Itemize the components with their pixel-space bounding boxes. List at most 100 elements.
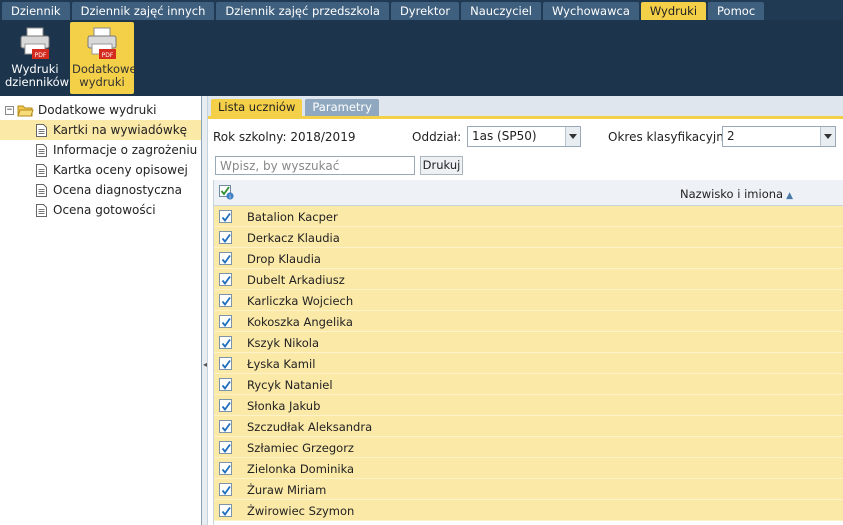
collapse-icon[interactable]: − — [5, 105, 14, 115]
tree-item-informacje-o-zagrozeniu[interactable]: Informacje o zagrożeniu — [0, 140, 201, 160]
tab-parametry[interactable]: Parametry — [305, 99, 379, 116]
filters-bar: Rok szkolny: 2018/2019 Oddział: 1as (SP5… — [208, 123, 843, 149]
dodatkowe-wydruki-label: Dodatkowe wydruki — [72, 62, 137, 89]
table-row[interactable]: Żwirowiec Szymon — [214, 500, 843, 521]
row-checkbox[interactable] — [219, 462, 232, 475]
student-name: Dubelt Arkadiusz — [247, 273, 345, 287]
menu-tab-pomoc[interactable]: Pomoc — [708, 2, 765, 20]
checkmark-icon — [221, 212, 231, 222]
svg-text:PDF: PDF — [35, 52, 47, 59]
tree-item-kartka-oceny-opisowej[interactable]: Kartka oceny opisowej — [0, 160, 201, 180]
dodatkowe-wydruki-button[interactable]: PDF Dodatkowe wydruki — [70, 22, 137, 94]
checkmark-icon — [221, 275, 231, 285]
document-icon — [36, 163, 47, 177]
class-label: Oddział: — [412, 130, 462, 144]
row-checkbox[interactable] — [219, 378, 232, 391]
period-label: Okres klasyfikacyjny: — [608, 130, 735, 144]
wydruki-dziennikow-button[interactable]: PDF Wydruki dzienników — [3, 22, 69, 94]
table-row[interactable]: Łyska Kamil — [214, 353, 843, 374]
checkmark-icon — [221, 359, 231, 369]
table-row[interactable]: Żuraw Miriam — [214, 479, 843, 500]
tree-item-label: Ocena gotowości — [53, 203, 156, 217]
table-row[interactable]: Derkacz Klaudia — [214, 227, 843, 248]
tree-item-label: Informacje o zagrożeniu — [53, 143, 198, 157]
grid-header: i Nazwisko i imiona ▲ — [214, 180, 843, 206]
pdf-printer-icon: PDF — [87, 27, 117, 59]
table-row[interactable]: Dubelt Arkadiusz — [214, 269, 843, 290]
table-row[interactable]: Zielonka Dominika — [214, 458, 843, 479]
row-checkbox[interactable] — [219, 252, 232, 265]
column-header-name[interactable]: Nazwisko i imiona ▲ — [680, 187, 793, 201]
period-select-value: 2 — [727, 129, 735, 143]
table-row[interactable]: Kszyk Nikola — [214, 332, 843, 353]
student-name: Batalion Kacper — [247, 210, 338, 224]
chevron-down-icon[interactable] — [820, 127, 835, 146]
checkmark-icon — [221, 317, 231, 327]
tree-root-dodatkowe-wydruki[interactable]: − Dodatkowe wydruki — [0, 100, 201, 120]
tree-item-label: Kartka oceny opisowej — [53, 163, 188, 177]
student-name: Żuraw Miriam — [247, 483, 327, 497]
menu-tab-dziennik[interactable]: Dziennik — [2, 2, 70, 20]
checkmark-icon — [221, 485, 231, 495]
toolbar: PDF Wydruki dzienników PDF Dodatkowe wyd… — [0, 20, 843, 96]
checkmark-icon — [221, 380, 231, 390]
row-checkbox[interactable] — [219, 420, 232, 433]
table-row[interactable]: Szczudłak Aleksandra — [214, 416, 843, 437]
row-checkbox[interactable] — [219, 357, 232, 370]
student-name: Łyska Kamil — [247, 357, 316, 371]
school-year-label: Rok szkolny: 2018/2019 — [213, 130, 356, 144]
menu-tab-wychowawca[interactable]: Wychowawca — [543, 2, 639, 20]
table-row[interactable]: Słonka Jakub — [214, 395, 843, 416]
subtabs: Lista uczniów Parametry — [208, 96, 843, 119]
row-checkbox[interactable] — [219, 504, 232, 517]
class-select[interactable]: 1as (SP50) — [467, 126, 581, 147]
class-select-value: 1as (SP50) — [472, 129, 537, 143]
row-checkbox[interactable] — [219, 210, 232, 223]
row-checkbox[interactable] — [219, 273, 232, 286]
tree-root-label: Dodatkowe wydruki — [38, 103, 157, 117]
student-name: Szczudłak Aleksandra — [247, 420, 373, 434]
checkmark-icon — [221, 233, 231, 243]
student-name: Kokoszka Angelika — [247, 315, 353, 329]
menu-tab-dyrektor[interactable]: Dyrektor — [390, 2, 460, 20]
student-name: Słonka Jakub — [247, 399, 321, 413]
row-checkbox[interactable] — [219, 399, 232, 412]
chevron-down-icon[interactable] — [565, 127, 580, 146]
table-row[interactable]: Szłamiec Grzegorz — [214, 437, 843, 458]
checkmark-icon — [221, 338, 231, 348]
row-checkbox[interactable] — [219, 483, 232, 496]
row-checkbox[interactable] — [219, 441, 232, 454]
row-checkbox[interactable] — [219, 336, 232, 349]
row-checkbox[interactable] — [219, 315, 232, 328]
tab-lista-uczniow[interactable]: Lista uczniów — [211, 99, 303, 116]
row-checkbox[interactable] — [219, 294, 232, 307]
svg-text:PDF: PDF — [102, 52, 114, 59]
table-row[interactable]: Batalion Kacper — [214, 206, 843, 227]
student-name: Rycyk Nataniel — [247, 378, 333, 392]
table-row[interactable]: Kokoszka Angelika — [214, 311, 843, 332]
tree-item-ocena-diagnostyczna[interactable]: Ocena diagnostyczna — [0, 180, 201, 200]
print-button[interactable]: Drukuj — [420, 156, 463, 175]
menu-tab-dziennik-zajec-innych[interactable]: Dziennik zajęć innych — [71, 2, 215, 20]
pdf-printer-icon: PDF — [20, 27, 50, 59]
tree-item-kartki-na-wywiadowke[interactable]: Kartki na wywiadówkę — [0, 120, 201, 140]
checkmark-icon — [221, 506, 231, 516]
student-name: Żwirowiec Szymon — [247, 504, 355, 518]
checkmark-icon — [221, 296, 231, 306]
select-all-checkbox-icon[interactable]: i — [219, 185, 234, 200]
menu-tab-dziennik-przedszkola[interactable]: Dziennik zajęć przedszkola — [216, 2, 389, 20]
table-row[interactable]: Rycyk Nataniel — [214, 374, 843, 395]
search-input[interactable] — [215, 156, 415, 175]
row-checkbox[interactable] — [219, 231, 232, 244]
document-icon — [36, 143, 47, 157]
menu-tab-nauczyciel[interactable]: Nauczyciel — [461, 2, 542, 20]
period-select[interactable]: 2 — [722, 126, 836, 147]
table-row[interactable]: Drop Klaudia — [214, 248, 843, 269]
checkmark-icon — [221, 443, 231, 453]
tree-item-ocena-gotowosci[interactable]: Ocena gotowości — [0, 200, 201, 220]
folder-open-icon — [17, 105, 34, 116]
student-name: Karliczka Wojciech — [247, 294, 354, 308]
menu-tab-wydruki[interactable]: Wydruki — [640, 2, 707, 20]
tree-item-label: Ocena diagnostyczna — [53, 183, 182, 197]
table-row[interactable]: Karliczka Wojciech — [214, 290, 843, 311]
